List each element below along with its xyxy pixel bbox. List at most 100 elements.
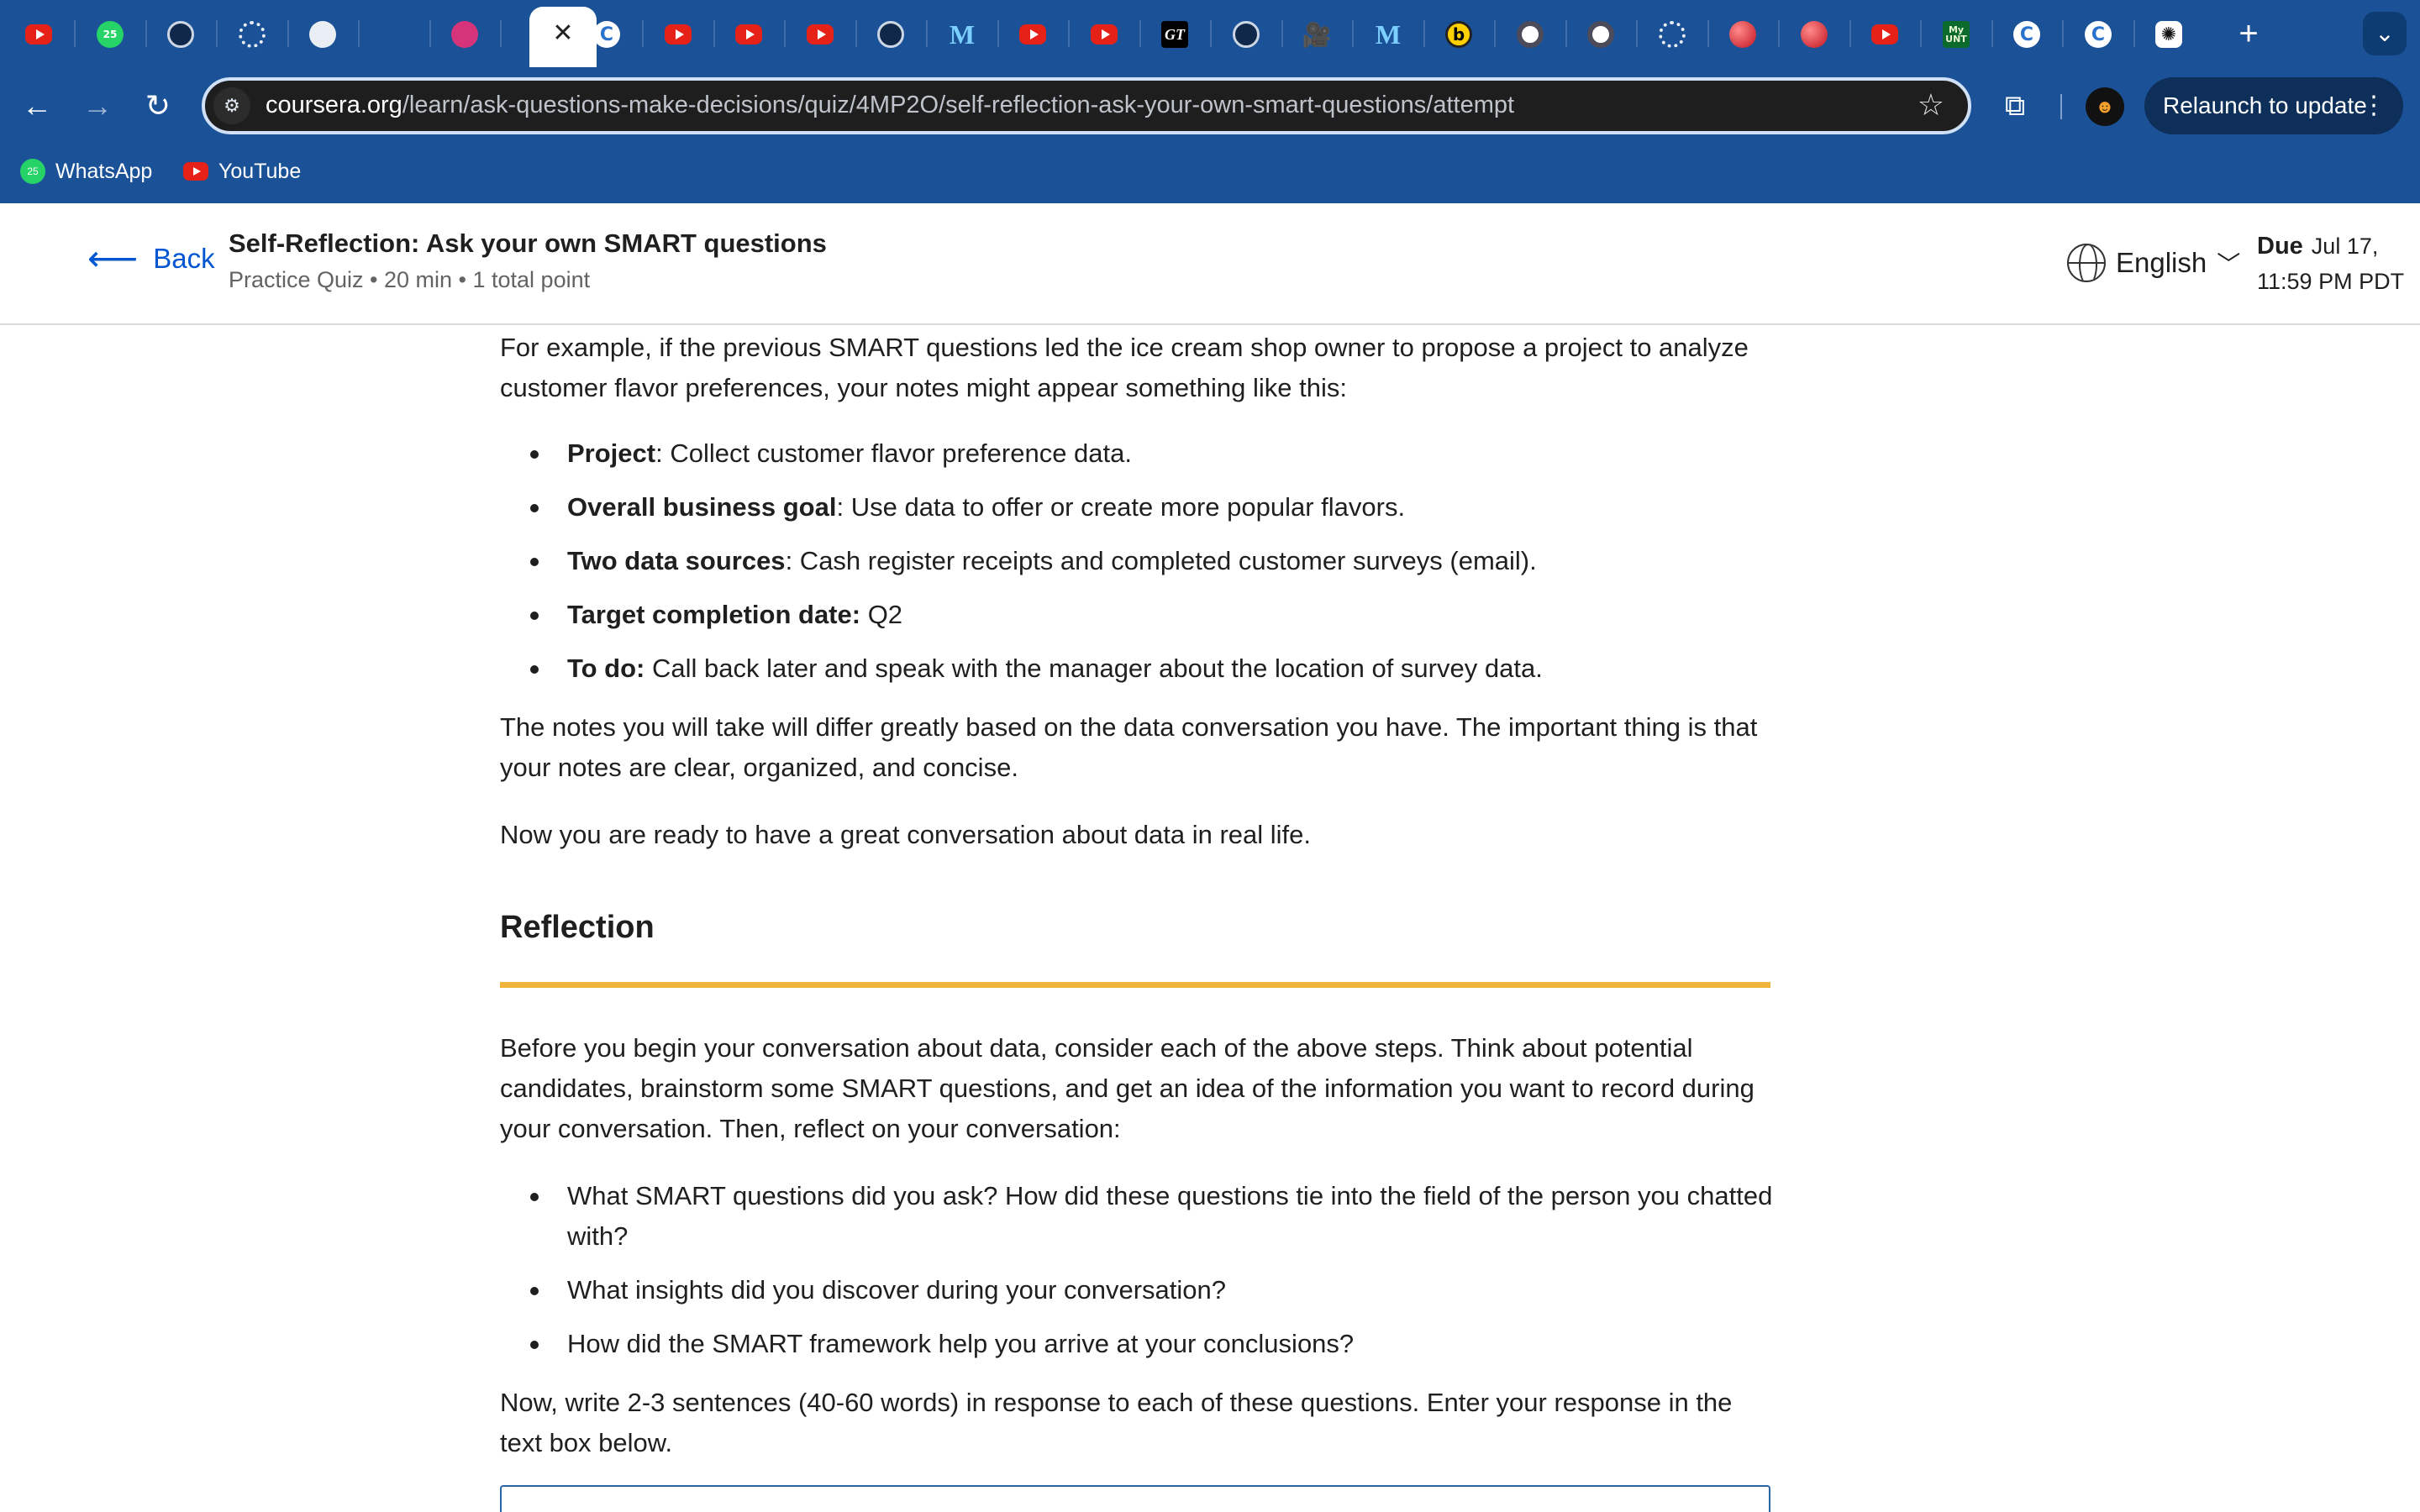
youtube-icon (183, 162, 208, 181)
chevron-down-icon: ﹀ (2217, 251, 2241, 277)
tab-separator (997, 20, 999, 47)
note-text: Q2 (860, 600, 903, 629)
tab-search-button[interactable]: ⌄ (2363, 12, 2407, 55)
note-term: Overall business goal (567, 492, 837, 522)
browser-tab[interactable] (1012, 13, 1054, 55)
toolbar-divider (2060, 94, 2062, 119)
tab-strip: ✕ 25 C M GT 🎥 Mb My UNT C C ✺ + ⌄ (0, 0, 2420, 67)
browser-tab[interactable]: 🎥 (1296, 13, 1338, 55)
list-item: Two data sources: Cash register receipts… (500, 541, 1773, 595)
note-term: Target completion date: (567, 600, 861, 629)
browser-tab[interactable] (231, 13, 273, 55)
red-ball-icon (1801, 21, 1828, 48)
url-host: coursera.org (266, 92, 402, 118)
browser-tab[interactable] (1225, 13, 1267, 55)
quiz-header: ⟵ Back Self-Reflection: Ask your own SMA… (0, 203, 2420, 325)
browser-tab[interactable] (1864, 13, 1906, 55)
target-icon (1517, 21, 1544, 48)
browser-tab[interactable] (1793, 13, 1835, 55)
browser-tab[interactable] (302, 13, 344, 55)
bookmark-youtube[interactable]: YouTube (183, 155, 301, 188)
browser-tab[interactable]: C (2077, 13, 2119, 55)
browser-tab[interactable]: ✺ (2148, 13, 2190, 55)
youtube-icon (735, 24, 762, 45)
more-menu-icon[interactable]: ⋮ (2361, 77, 2386, 134)
due-date: Due Jul 17, 11:59 PM PDT (2257, 228, 2404, 299)
ready-paragraph: Now you are ready to have a great conver… (500, 820, 1312, 849)
browser-tab[interactable] (373, 13, 415, 55)
url-text[interactable]: coursera.org/learn/ask-questions-make-de… (266, 92, 1514, 119)
browser-tab[interactable] (444, 13, 486, 55)
bookmark-whatsapp[interactable]: 25 WhatsApp (20, 155, 152, 188)
play-triangle-icon (381, 21, 408, 48)
openai-icon (167, 21, 194, 48)
tab-separator (358, 20, 360, 47)
new-tab-button[interactable]: + (2232, 13, 2265, 54)
pink-circle-icon (451, 21, 478, 48)
browser-tab[interactable] (1580, 13, 1622, 55)
browser-tab[interactable] (160, 13, 202, 55)
back-arrow-icon[interactable]: ← (17, 86, 57, 126)
browser-tab[interactable] (1509, 13, 1551, 55)
profile-avatar[interactable]: ☻ (2086, 87, 2124, 126)
tab-separator (287, 20, 289, 47)
openai-icon (1233, 21, 1260, 48)
questions-list: What SMART questions did you ask? How di… (500, 1176, 1773, 1378)
forward-arrow-icon[interactable]: → (77, 86, 118, 126)
notes-list: Project: Collect customer flavor prefere… (500, 433, 1773, 702)
back-label: Back (153, 243, 215, 274)
tab-separator (1494, 20, 1496, 47)
browser-tab[interactable] (1651, 13, 1693, 55)
browser-tab[interactable]: 25 (89, 13, 131, 55)
browser-tab[interactable] (870, 13, 912, 55)
close-icon[interactable]: ✕ (551, 21, 575, 46)
browser-tab[interactable]: M (941, 13, 983, 55)
youtube-icon (25, 24, 52, 45)
browser-tab[interactable] (18, 13, 60, 55)
reflection-intro: Before you begin your conversation about… (500, 1033, 1754, 1143)
list-item: How did the SMART framework help you arr… (500, 1324, 1773, 1378)
browser-tab[interactable]: C (2006, 13, 2048, 55)
loading-ring-icon (1659, 21, 1686, 48)
browser-tab[interactable]: M (1367, 13, 1409, 55)
heading-divider (500, 982, 1770, 988)
relaunch-to-update-button[interactable]: Relaunch to update ⋮ (2144, 77, 2403, 134)
tab-separator (1565, 20, 1567, 47)
tab-separator (1068, 20, 1070, 47)
gt-logo-icon: GT (1161, 21, 1188, 48)
list-item: Overall business goal: Use data to offer… (500, 487, 1773, 541)
browser-tab[interactable]: GT (1154, 13, 1196, 55)
bookmark-star-icon[interactable]: ☆ (1918, 87, 1944, 123)
note-term: Two data sources (567, 546, 786, 575)
browser-tab[interactable] (1722, 13, 1764, 55)
loading-ring-icon (239, 21, 266, 48)
reload-icon[interactable]: ↻ (138, 86, 178, 126)
back-link[interactable]: ⟵ Back (87, 241, 215, 276)
due-label: Due (2257, 233, 2303, 260)
language-label: English (2116, 247, 2207, 278)
browser-tab[interactable] (728, 13, 770, 55)
response-textbox[interactable] (500, 1485, 1770, 1512)
note-sep: : (655, 438, 663, 468)
note-text: Call back later and speak with the manag… (644, 654, 1543, 683)
list-item: Project: Collect customer flavor prefere… (500, 433, 1773, 487)
browser-tab[interactable] (657, 13, 699, 55)
tab-separator (216, 20, 218, 47)
browser-tab[interactable] (799, 13, 841, 55)
youtube-icon (1091, 24, 1118, 45)
extensions-puzzle-icon[interactable]: ⧉ (1995, 86, 2035, 126)
browser-tab[interactable] (1083, 13, 1125, 55)
video-camera-icon: 🎥 (1302, 20, 1332, 49)
tab-separator (2062, 20, 2064, 47)
browser-tab[interactable]: C (586, 13, 628, 55)
bookmark-label: YouTube (218, 159, 302, 183)
language-selector[interactable]: English ﹀ (2067, 244, 2240, 282)
tab-separator (1281, 20, 1283, 47)
site-settings-icon[interactable]: ⚙ (213, 87, 250, 124)
address-bar[interactable]: ⚙ coursera.org/learn/ask-questions-make-… (202, 77, 1971, 134)
coursera-icon: C (593, 21, 620, 48)
browser-tab[interactable]: My UNT (1935, 13, 1977, 55)
browser-tab[interactable]: b (1438, 13, 1480, 55)
github-icon (309, 21, 336, 48)
m-logo-icon: M (1375, 18, 1402, 50)
